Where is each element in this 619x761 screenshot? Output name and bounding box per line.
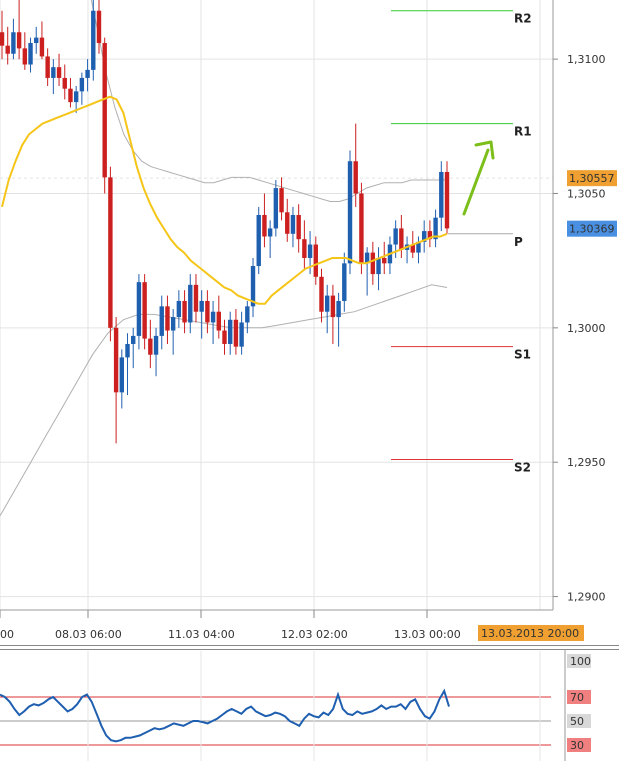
candle-body: [273, 188, 279, 229]
oscillator-badge-label: 30: [570, 739, 584, 752]
time-tick-label: 12.03 02:00: [281, 628, 348, 641]
candle-body: [45, 56, 50, 78]
pivot-label-s2: S2: [514, 461, 531, 475]
price-badge-label: 1,30557: [569, 172, 615, 185]
candle-body: [336, 300, 341, 318]
candle-body: [222, 330, 227, 344]
candle-body: [399, 228, 404, 250]
candle-body: [370, 252, 376, 275]
candle-body: [170, 317, 176, 331]
oscillator-badge-label: 70: [570, 691, 584, 704]
oscillator-badge-label: 50: [570, 715, 584, 728]
candle-body: [73, 91, 79, 103]
candle-body: [62, 77, 67, 89]
candle-body: [142, 282, 147, 339]
pivot-label-r2: R2: [514, 12, 532, 26]
time-tick-label: 13.03 00:00: [394, 628, 461, 641]
candle-body: [199, 300, 204, 312]
oscillator-panel: 100 70 50 30: [0, 645, 619, 761]
price-tick-label: 1,2950: [567, 456, 606, 469]
current-time-label: 13.03.2013 20:00: [481, 627, 579, 640]
price-axis: 1,3100 1,3050 1,3000 1,2950 1,2900: [553, 53, 606, 604]
candle-body: [216, 311, 221, 331]
candle-body: [353, 161, 358, 194]
candle-body: [290, 214, 296, 234]
time-tick-label: 08.03 06:00: [55, 628, 122, 641]
candle-body: [307, 244, 313, 258]
candle-body: [102, 42, 107, 178]
pivot-label-r1: R1: [514, 125, 532, 139]
time-tick-label: 00: [0, 628, 14, 641]
candle-body: [382, 257, 387, 264]
main-plot-area: [0, 0, 553, 610]
candle-body: [34, 37, 39, 43]
candle-body: [342, 263, 347, 301]
price-tick-label: 1,3000: [567, 322, 606, 335]
oscillator-badge-label: 100: [570, 655, 591, 668]
time-axis: 00 08.03 06:00 11.03 04:00 12.03 02:00 13.03…: [0, 610, 584, 641]
candle-body: [11, 32, 16, 54]
pivot-label-p: P: [514, 235, 523, 249]
candle-body: [228, 319, 233, 344]
pivot-label-s1: S1: [514, 348, 531, 362]
candle-body: [239, 322, 244, 347]
candle-body: [148, 338, 153, 355]
candle-body: [159, 306, 164, 336]
candle-body: [153, 335, 159, 355]
candle-body: [16, 32, 22, 49]
candle-body: [444, 171, 450, 229]
candle-body: [28, 42, 33, 65]
candle-body: [205, 300, 210, 323]
forex-chart: R2 R1 P S1 S2 1,3100 1,3050 1,3000 1,2950 1,2900…: [0, 0, 619, 761]
candle-body: [68, 88, 73, 103]
candle-body: [108, 177, 113, 328]
candle-body: [256, 214, 261, 267]
candle-body: [319, 276, 324, 312]
candle-body: [22, 48, 28, 65]
candle-body: [330, 295, 336, 318]
candle-body: [279, 188, 284, 213]
candle-body: [136, 282, 142, 336]
candle-body: [439, 171, 444, 218]
candle-body: [131, 335, 136, 344]
candle-body: [296, 214, 301, 240]
price-badge-label: 1,30369: [569, 223, 615, 236]
candle-body: [176, 300, 182, 318]
candle-body: [393, 228, 398, 245]
candle-body: [5, 45, 10, 54]
price-tick-label: 1,2900: [567, 591, 606, 604]
candle-body: [56, 67, 62, 78]
price-tick-label: 1,3100: [567, 53, 606, 66]
candle-body: [165, 306, 170, 331]
candle-body: [313, 244, 318, 277]
candle-body: [79, 77, 85, 92]
candle-body: [262, 214, 267, 237]
candle-body: [96, 10, 102, 43]
candle-body: [302, 239, 307, 258]
candle-body: [210, 311, 216, 323]
candle-body: [267, 228, 273, 237]
candle-body: [376, 257, 381, 275]
candle-body: [91, 10, 96, 70]
candle-body: [39, 37, 45, 57]
price-tick-label: 1,3050: [567, 187, 606, 200]
candle-body: [113, 327, 119, 393]
candle-body: [119, 357, 125, 393]
candle-body: [245, 306, 250, 323]
candle-body: [285, 212, 290, 234]
candle-body: [324, 295, 330, 312]
candle-body: [51, 67, 56, 78]
price-badges: 1,30557 1,30369: [567, 170, 617, 237]
candle-body: [188, 284, 193, 323]
candle-body: [347, 161, 353, 264]
main-panel: R2 R1 P S1 S2 1,3100 1,3050 1,3000 1,2950 1,2900…: [0, 0, 617, 641]
candle-body: [0, 32, 5, 46]
candle-body: [85, 69, 90, 78]
candle-body: [359, 193, 364, 264]
candle-body: [193, 284, 199, 312]
time-tick-label: 11.03 04:00: [168, 628, 235, 641]
candle-body: [233, 319, 239, 347]
candle-body: [125, 343, 130, 358]
candle-body: [182, 300, 187, 323]
